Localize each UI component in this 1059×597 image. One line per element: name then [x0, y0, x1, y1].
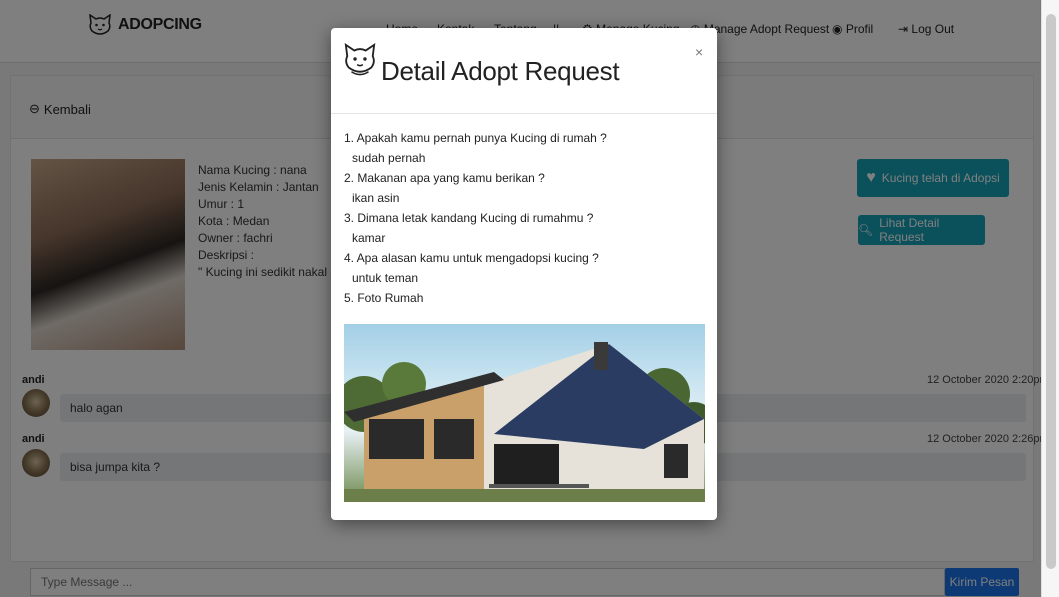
- page-scrollbar[interactable]: [1041, 0, 1059, 597]
- question-5: 5. Foto Rumah: [344, 291, 424, 305]
- house-illustration: [344, 342, 705, 502]
- close-icon[interactable]: ×: [695, 44, 703, 60]
- modal-title: Detail Adopt Request: [381, 56, 620, 86]
- answer-4: untuk teman: [352, 271, 419, 285]
- question-4: 4. Apa alasan kamu untuk mengadopsi kuci…: [344, 251, 599, 265]
- question-3: 3. Dimana letak kandang Kucing di rumahm…: [344, 211, 594, 225]
- answer-3: kamar: [352, 231, 386, 245]
- answer-2: ikan asin: [352, 191, 400, 205]
- question-2: 2. Makanan apa yang kamu berikan ?: [344, 171, 545, 185]
- scrollbar-thumb[interactable]: [1046, 14, 1056, 569]
- house-photo: [344, 324, 705, 502]
- cat-face-icon: [344, 42, 376, 76]
- answer-1: sudah pernah: [352, 151, 426, 165]
- adopt-request-modal: Detail Adopt Request × 1. Apakah kamu pe…: [331, 28, 717, 520]
- modal-header: Detail Adopt Request ×: [331, 28, 717, 114]
- question-list: 1. Apakah kamu pernah punya Kucing di ru…: [344, 128, 607, 308]
- question-1: 1. Apakah kamu pernah punya Kucing di ru…: [344, 131, 607, 145]
